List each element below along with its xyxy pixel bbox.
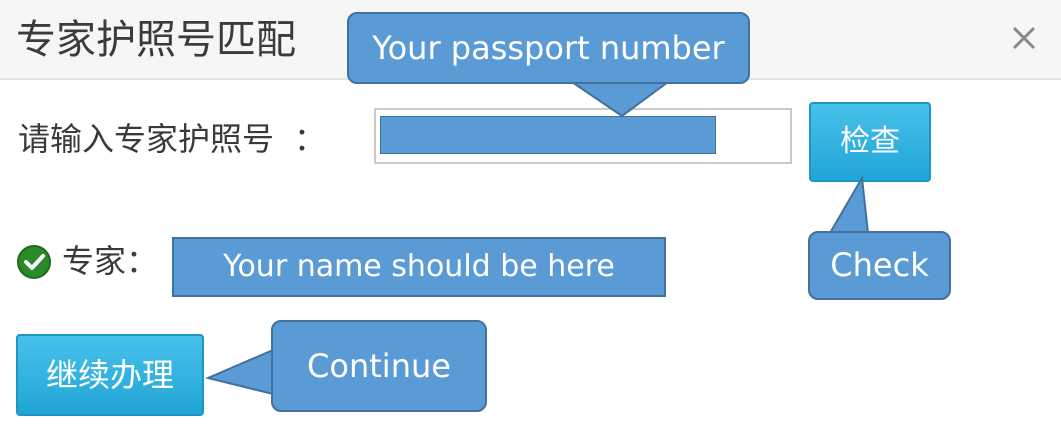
passport-label: 请输入专家护照号 ：	[18, 116, 326, 162]
expert-name: Your name should be here	[172, 237, 666, 297]
passport-input-highlight	[380, 116, 716, 154]
close-icon[interactable]	[1002, 16, 1046, 60]
continue-callout: Continue	[271, 320, 487, 412]
passport-callout: Your passport number	[347, 12, 750, 84]
checkmark-icon	[16, 244, 52, 280]
continue-callout-pointer	[204, 348, 274, 396]
expert-label: 专家：	[62, 242, 159, 280]
check-callout: Check	[808, 231, 951, 300]
passport-label-colon: ：	[294, 120, 327, 158]
passport-match-dialog: 专家护照号匹配 请输入专家护照号 ： 检查 专家： Your name shoul…	[0, 0, 1061, 438]
dialog-title: 专家护照号匹配	[16, 17, 296, 63]
check-callout-pointer	[828, 174, 870, 234]
check-button[interactable]: 检查	[809, 102, 931, 182]
passport-label-text: 请输入专家护照号	[18, 120, 275, 158]
continue-button[interactable]: 继续办理	[16, 334, 204, 416]
